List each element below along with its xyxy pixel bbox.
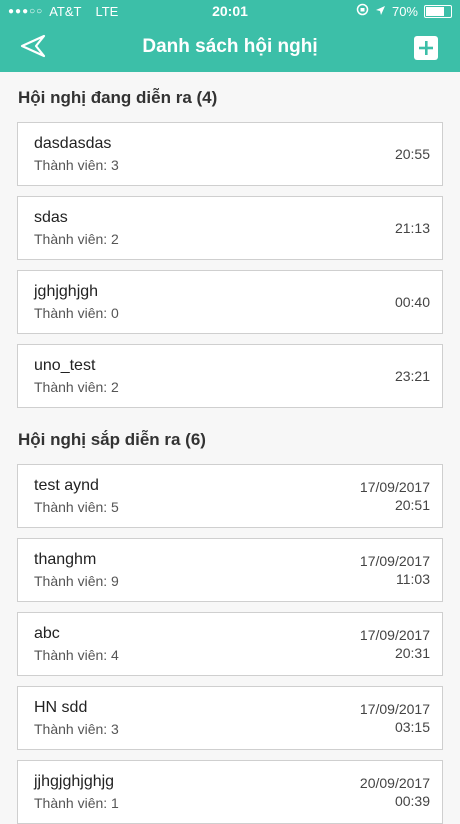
conference-name: test aynd — [34, 477, 99, 494]
page-title: Danh sách hội nghị — [142, 36, 318, 57]
member-count: Thành viên: 0 — [34, 305, 119, 321]
conference-time: 20:31 — [394, 645, 430, 661]
nav-bar: Danh sách hội nghị — [0, 22, 460, 72]
list-item[interactable]: HN sdd Thành viên: 3 17/09/2017 03:15 — [17, 686, 443, 750]
member-count: Thành viên: 3 — [34, 157, 119, 173]
list-item[interactable]: dasdasdas Thành viên: 3 20:55 — [17, 122, 443, 186]
conference-name: HN sdd — [34, 699, 88, 716]
list-item[interactable]: sdas Thành viên: 2 21:13 — [17, 196, 443, 260]
list-item[interactable]: test aynd Thành viên: 5 17/09/2017 20:51 — [17, 464, 443, 528]
conference-name: abc — [34, 625, 60, 642]
battery-icon — [424, 4, 452, 18]
conference-name: sdas — [34, 209, 68, 226]
conference-time: 20:51 — [394, 497, 430, 513]
section-upcoming: Hội nghị sắp diễn ra (6) test aynd Thành … — [0, 430, 460, 824]
status-bar: ●●●○○ AT&T LTE 20:01 70% — [0, 0, 460, 22]
member-count: Thành viên: 4 — [34, 647, 119, 663]
app-header: ●●●○○ AT&T LTE 20:01 70% Danh sách hội n… — [0, 0, 460, 72]
list-item[interactable]: abc Thành viên: 4 17/09/2017 20:31 — [17, 612, 443, 676]
conference-name: thanghm — [34, 551, 97, 568]
plus-icon — [419, 41, 433, 55]
status-time: 20:01 — [212, 3, 248, 19]
list-item[interactable]: uno_test Thành viên: 2 23:21 — [17, 344, 443, 408]
member-count: Thành viên: 1 — [34, 795, 119, 811]
list-item[interactable]: jghjghjgh Thành viên: 0 00:40 — [17, 270, 443, 334]
list-item[interactable]: thanghm Thành viên: 9 17/09/2017 11:03 — [17, 538, 443, 602]
conference-time: 20:55 — [394, 146, 430, 162]
conference-name: dasdasdas — [34, 135, 112, 152]
section-ongoing: Hội nghị đang diễn ra (4) dasdasdas Thành… — [0, 88, 460, 408]
conference-time: 03:15 — [394, 719, 430, 735]
conference-date: 17/09/2017 — [359, 627, 430, 643]
member-count: Thành viên: 2 — [34, 379, 119, 395]
conference-date: 17/09/2017 — [359, 479, 430, 495]
back-icon[interactable] — [20, 34, 46, 63]
member-count: Thành viên: 3 — [34, 721, 119, 737]
conference-name: uno_test — [34, 357, 96, 374]
conference-date: 17/09/2017 — [359, 553, 430, 569]
conference-time: 23:21 — [394, 368, 430, 384]
member-count: Thành viên: 2 — [34, 231, 119, 247]
conference-date: 20/09/2017 — [359, 775, 430, 791]
conference-time: 00:40 — [394, 294, 430, 310]
conference-time: 21:13 — [394, 220, 430, 236]
conference-name: jghjghjgh — [34, 283, 99, 300]
member-count: Thành viên: 9 — [34, 573, 119, 589]
member-count: Thành viên: 5 — [34, 499, 119, 515]
conference-date: 17/09/2017 — [359, 701, 430, 717]
section-title: Hội nghị sắp diễn ra (6) — [18, 430, 206, 449]
conference-time: 11:03 — [396, 571, 430, 587]
conference-name: jjhgjghjghjg — [34, 773, 115, 790]
conference-time: 00:39 — [394, 793, 430, 809]
list-item[interactable]: jjhgjghjghjg Thành viên: 1 20/09/2017 00:3… — [17, 760, 443, 824]
add-button[interactable] — [414, 36, 438, 60]
section-title: Hội nghị đang diễn ra (4) — [18, 88, 218, 107]
